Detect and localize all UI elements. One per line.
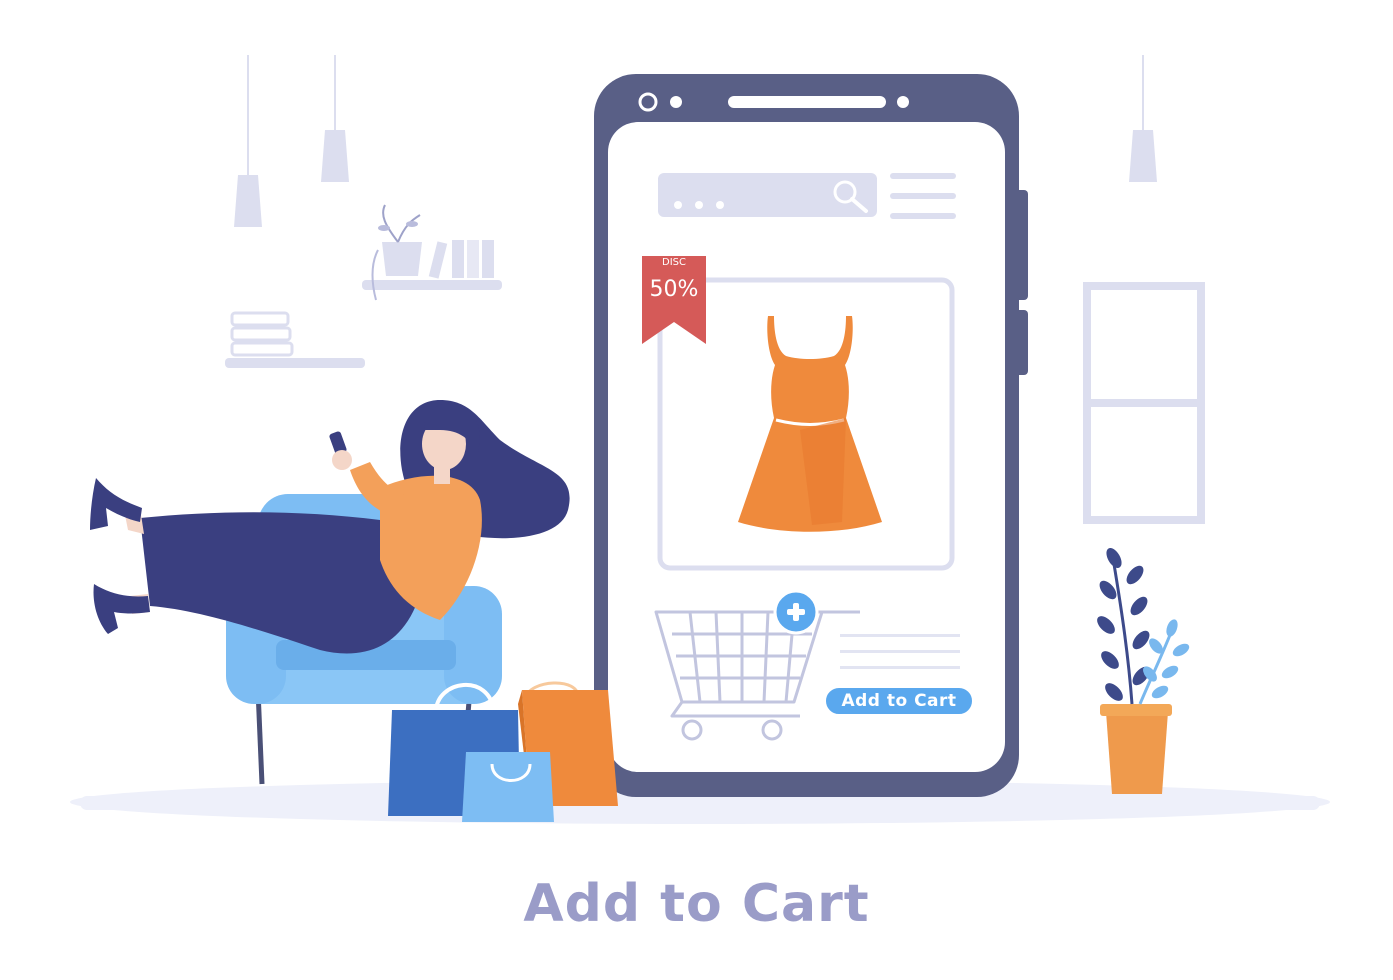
potted-plant xyxy=(1097,548,1190,794)
discount-badge-value: 50% xyxy=(649,277,699,302)
page-title: Add to Cart xyxy=(523,874,870,934)
add-to-cart-button[interactable]: Add to Cart xyxy=(824,686,974,716)
plus-icon[interactable] xyxy=(773,589,819,635)
illustration-scene xyxy=(70,55,1330,824)
wall-shelf-plant-binders xyxy=(362,204,502,301)
wall-shelf-books xyxy=(225,311,365,368)
search-bar[interactable] xyxy=(658,173,877,217)
discount-badge-label: DISC xyxy=(662,257,686,268)
window xyxy=(1083,282,1205,524)
speaker-grille xyxy=(728,96,886,108)
